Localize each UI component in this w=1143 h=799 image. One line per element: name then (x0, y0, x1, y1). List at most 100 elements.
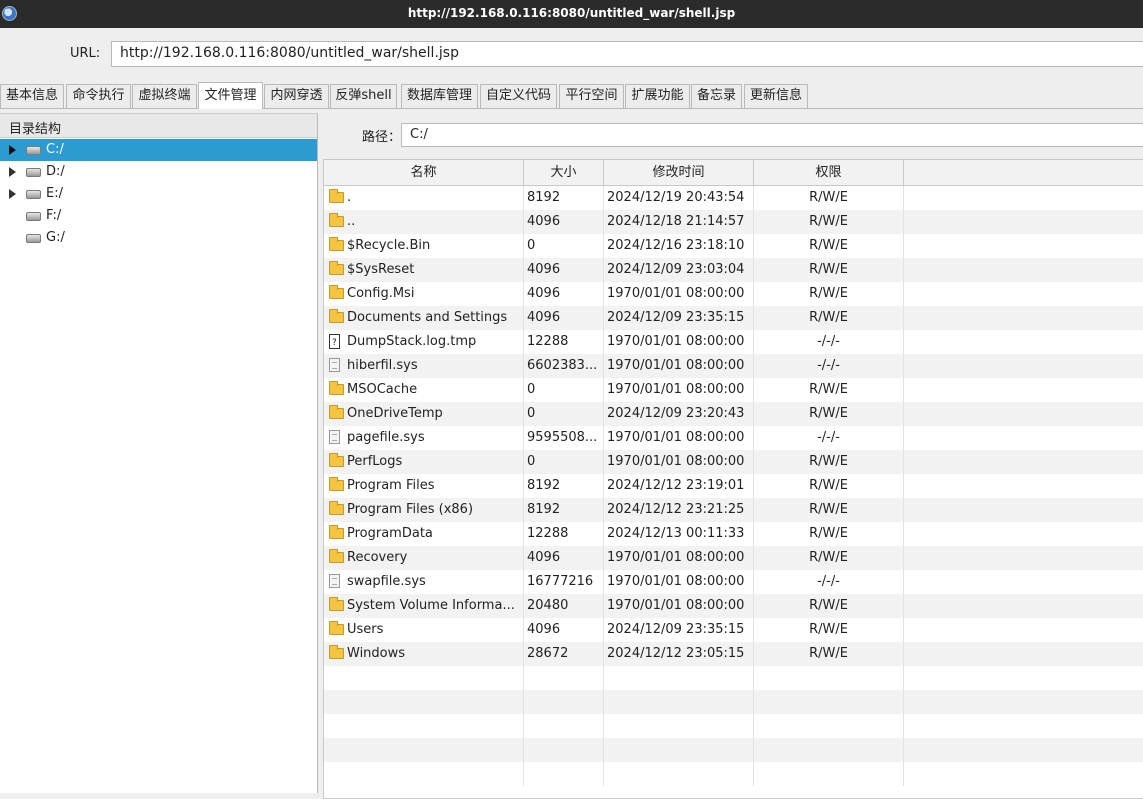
expand-arrow-icon[interactable] (9, 189, 16, 199)
cell-modified: 1970/01/01 08:00:00 (604, 570, 754, 594)
cell-permission: R/W/E (754, 186, 904, 210)
cell-filler (904, 642, 1143, 666)
cell-size: 8192 (524, 498, 604, 522)
tab-virtual-terminal[interactable]: 虚拟终端 (132, 84, 197, 108)
cell-modified: 2024/12/19 20:43:54 (604, 186, 754, 210)
cell-size: 4096 (524, 258, 604, 282)
path-label: 路径： (362, 130, 402, 145)
table-row[interactable]: .. 4096 2024/12/18 21:14:57 R/W/E (324, 210, 1143, 234)
file-name: Documents and Settings (347, 310, 508, 325)
cell-filler (904, 714, 1143, 738)
table-row[interactable]: MSOCache 0 1970/01/01 08:00:00 R/W/E (324, 378, 1143, 402)
cell-permission: R/W/E (754, 546, 904, 570)
column-header-size[interactable]: 大小 (524, 160, 604, 186)
table-row[interactable]: System Volume Informa... 20480 1970/01/01 … (324, 594, 1143, 618)
column-header-permission[interactable]: 权限 (754, 160, 904, 186)
tab-command-exec[interactable]: 命令执行 (66, 84, 131, 108)
table-row[interactable]: Recovery 4096 1970/01/01 08:00:00 R/W/E (324, 546, 1143, 570)
folder-icon (329, 453, 344, 467)
path-input[interactable]: C:/ (401, 123, 1143, 147)
expand-arrow-icon[interactable] (9, 145, 16, 155)
cell-filler (904, 546, 1143, 570)
cell-permission: R/W/E (754, 474, 904, 498)
table-row[interactable]: . 8192 2024/12/19 20:43:54 R/W/E (324, 186, 1143, 210)
file-name: swapfile.sys (347, 574, 426, 589)
tree-item-e[interactable]: E:/ (0, 183, 317, 205)
table-row[interactable]: Users 4096 2024/12/09 23:35:15 R/W/E (324, 618, 1143, 642)
table-row[interactable]: Documents and Settings 4096 2024/12/09 23:… (324, 306, 1143, 330)
cell-permission: R/W/E (754, 642, 904, 666)
tab-intranet-tunnel[interactable]: 内网穿透 (264, 84, 329, 108)
tab-custom-code[interactable]: 自定义代码 (480, 84, 557, 108)
tab-database[interactable]: 数据库管理 (401, 84, 478, 108)
file-name: .. (347, 214, 356, 229)
expand-arrow-icon[interactable] (9, 167, 16, 177)
table-row[interactable]: $Recycle.Bin 0 2024/12/16 23:18:10 R/W/E (324, 234, 1143, 258)
tree-item-g[interactable]: G:/ (0, 227, 317, 249)
file-table: 名称 大小 修改时间 权限 . 8192 2024/12/19 20:43:54 R/… (323, 159, 1143, 799)
tab-reverse-shell[interactable]: 反弹shell (330, 84, 397, 108)
file-name: OneDriveTemp (347, 406, 443, 421)
tab-basic-info[interactable]: 基本信息 (0, 84, 64, 108)
tree-item-label: G:/ (46, 230, 65, 245)
cell-filler (904, 570, 1143, 594)
column-header-name[interactable]: 名称 (324, 160, 524, 186)
window-titlebar: http://192.168.0.116:8080/untitled_war/s… (0, 0, 1143, 28)
cell-permission (754, 714, 904, 738)
tree-item-d[interactable]: D:/ (0, 161, 317, 183)
cell-permission (754, 762, 904, 786)
folder-icon (329, 501, 344, 515)
tree-item-label: E:/ (46, 186, 63, 201)
tab-extensions[interactable]: 扩展功能 (625, 84, 690, 108)
tree-header: 目录结构 (0, 114, 317, 138)
url-input[interactable]: http://192.168.0.116:8080/untitled_war/s… (111, 41, 1143, 67)
tree-item-f[interactable]: F:/ (0, 205, 317, 227)
table-row[interactable]: PerfLogs 0 1970/01/01 08:00:00 R/W/E (324, 450, 1143, 474)
folder-icon (329, 405, 344, 419)
table-row[interactable]: ProgramData 12288 2024/12/13 00:11:33 R/W/E (324, 522, 1143, 546)
cell-name: Documents and Settings (324, 306, 524, 330)
cell-permission: R/W/E (754, 402, 904, 426)
cell-modified: 2024/12/13 00:11:33 (604, 522, 754, 546)
table-row[interactable]: hiberfil.sys 6602383... 1970/01/01 08:00:0… (324, 354, 1143, 378)
cell-name: .. (324, 210, 524, 234)
cell-filler (904, 474, 1143, 498)
tab-parallel-space[interactable]: 平行空间 (559, 84, 624, 108)
folder-icon (329, 645, 344, 659)
cell-size (524, 666, 604, 690)
table-row[interactable]: OneDriveTemp 0 2024/12/09 23:20:43 R/W/E (324, 402, 1143, 426)
cell-modified (604, 666, 754, 690)
cell-name: DumpStack.log.tmp (324, 330, 524, 354)
cell-name: ProgramData (324, 522, 524, 546)
tab-file-manager[interactable]: 文件管理 (198, 82, 263, 109)
table-row[interactable]: Windows 28672 2024/12/12 23:05:15 R/W/E (324, 642, 1143, 666)
table-row[interactable]: pagefile.sys 9595508... 1970/01/01 08:00:0… (324, 426, 1143, 450)
cell-name: . (324, 186, 524, 210)
file-name: Windows (347, 646, 406, 661)
cell-name: Windows (324, 642, 524, 666)
table-row[interactable]: $SysReset 4096 2024/12/09 23:03:04 R/W/E (324, 258, 1143, 282)
column-header-modified[interactable]: 修改时间 (604, 160, 754, 186)
folder-icon (329, 309, 344, 323)
cell-modified: 1970/01/01 08:00:00 (604, 378, 754, 402)
table-row[interactable]: Program Files (x86) 8192 2024/12/12 23:21:… (324, 498, 1143, 522)
cell-name (324, 738, 524, 762)
tab-bar: 基本信息 命令执行 虚拟终端 文件管理 内网穿透 反弹shell 数据库管理 自… (0, 82, 1143, 109)
cell-size (524, 738, 604, 762)
cell-modified (604, 714, 754, 738)
cell-filler (904, 498, 1143, 522)
cell-permission: R/W/E (754, 210, 904, 234)
tree-item-c[interactable]: C:/ (0, 139, 317, 161)
table-row[interactable]: DumpStack.log.tmp 122881970/01/01 08:00:0… (324, 330, 1143, 354)
cell-filler (904, 378, 1143, 402)
table-row[interactable]: Config.Msi 4096 1970/01/01 08:00:00 R/W/E (324, 282, 1143, 306)
tab-update-info[interactable]: 更新信息 (744, 84, 808, 108)
table-row[interactable]: Program Files 8192 2024/12/12 23:19:01 R/W/… (324, 474, 1143, 498)
cell-name: $Recycle.Bin (324, 234, 524, 258)
table-row[interactable]: swapfile.sys 16777216 1970/01/01 08:00:00-… (324, 570, 1143, 594)
cell-filler (904, 234, 1143, 258)
tab-memo[interactable]: 备忘录 (691, 84, 742, 108)
cell-permission: -/-/- (754, 426, 904, 450)
cell-filler (904, 450, 1143, 474)
cell-name (324, 690, 524, 714)
